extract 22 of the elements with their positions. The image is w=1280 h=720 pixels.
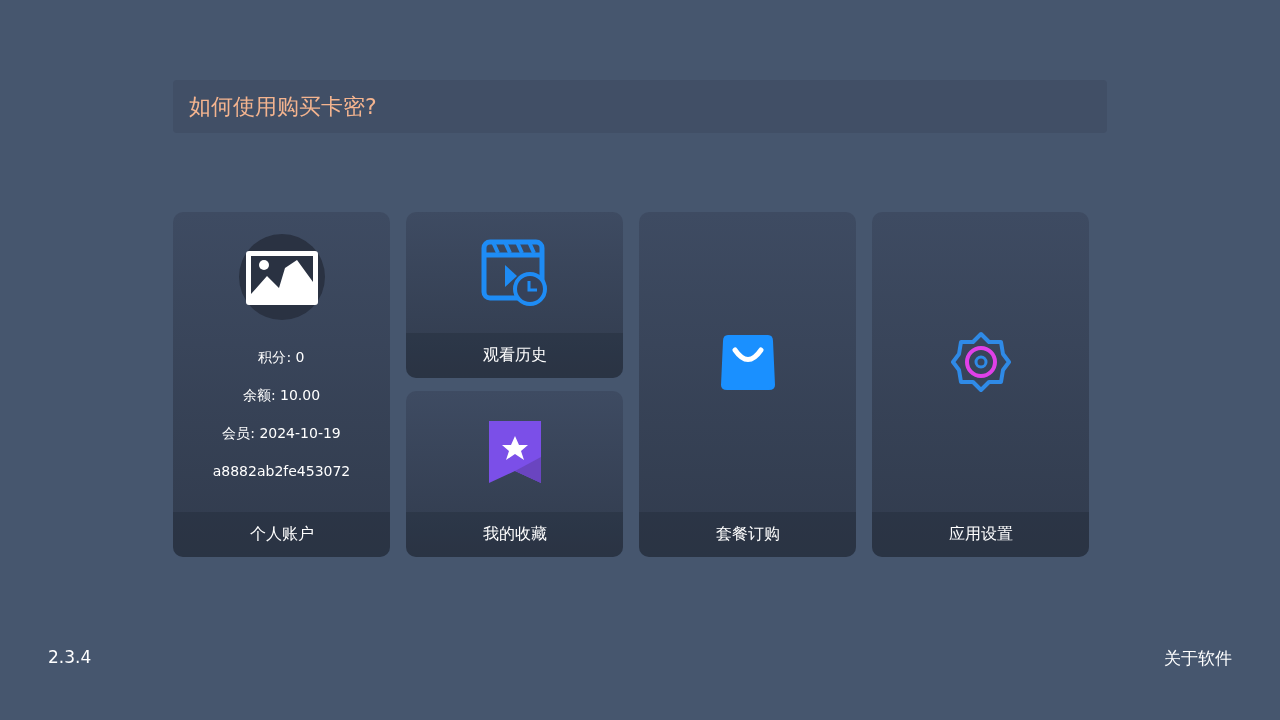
tile-label: 我的收藏: [406, 512, 623, 557]
version-text: 2.3.4: [48, 647, 92, 669]
tile-label: 观看历史: [406, 333, 623, 378]
tile-label: 个人账户: [173, 512, 390, 557]
menu-tile[interactable]: 我的收藏: [406, 391, 623, 557]
tile-label: 应用设置: [872, 512, 1089, 557]
help-title: 如何使用购买卡密?: [189, 92, 377, 121]
settings-icon: [950, 330, 1011, 394]
about-link[interactable]: 关于软件: [1164, 647, 1232, 670]
shopping-bag-icon: [720, 333, 775, 391]
help-banner[interactable]: 如何使用购买卡密?: [173, 80, 1107, 133]
tile-label: 套餐订购: [639, 512, 856, 557]
menu-tile[interactable]: 积分: 0 余额: 10.00 会员: 2024-10-19 a8882ab2fe453072 个人账户: [173, 212, 390, 557]
account-info-text: 余额: 10.00: [242, 386, 321, 405]
avatar-placeholder-icon: [238, 234, 325, 320]
account-info-text: 积分: 0: [258, 348, 305, 367]
menu-tile[interactable]: 套餐订购: [639, 212, 856, 557]
menu-tile[interactable]: 观看历史: [406, 212, 623, 378]
account-info-text: 会员: 2024-10-19: [222, 424, 341, 443]
account-info-text: a8882ab2fe453072: [212, 462, 351, 481]
menu-tile[interactable]: 应用设置: [872, 212, 1089, 557]
video-clock-icon: [480, 238, 549, 307]
